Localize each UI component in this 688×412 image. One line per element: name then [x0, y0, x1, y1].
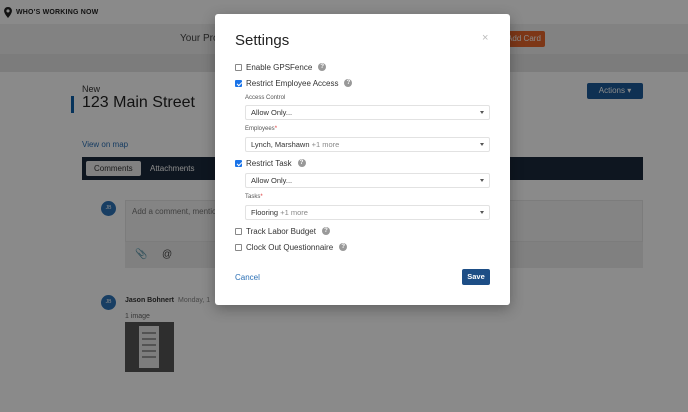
- cancel-button[interactable]: Cancel: [235, 273, 260, 282]
- modal-title: Settings: [235, 32, 290, 49]
- track-labor-budget-row[interactable]: Track Labor Budget ?: [235, 225, 330, 237]
- close-icon[interactable]: ×: [482, 32, 488, 44]
- task-access-value: Allow Only...: [251, 176, 293, 185]
- employees-select[interactable]: Lynch, Marshawn +1 more: [245, 137, 490, 152]
- track-labor-budget-label: Track Labor Budget: [246, 226, 316, 236]
- restrict-task-checkbox[interactable]: [235, 159, 242, 167]
- employees-value: Lynch, Marshawn: [251, 140, 310, 149]
- clock-out-questionnaire-label: Clock Out Questionnaire: [246, 242, 334, 252]
- help-icon[interactable]: ?: [344, 79, 353, 87]
- employees-more: +1 more: [311, 140, 340, 149]
- chevron-down-icon: [480, 143, 484, 146]
- access-control-label: Access Control: [245, 95, 286, 101]
- tasks-more: +1 more: [280, 208, 308, 217]
- help-icon[interactable]: ?: [339, 243, 348, 251]
- tasks-label: Tasks*: [245, 194, 263, 200]
- clock-out-questionnaire-row[interactable]: Clock Out Questionnaire ?: [235, 241, 348, 253]
- settings-modal: Settings × Enable GPSFence ? Restrict Em…: [215, 14, 510, 305]
- task-access-select[interactable]: Allow Only...: [245, 173, 490, 188]
- clock-out-questionnaire-checkbox[interactable]: [235, 243, 242, 251]
- access-control-value: Allow Only...: [251, 108, 293, 117]
- access-control-select[interactable]: Allow Only...: [245, 105, 490, 120]
- chevron-down-icon: [480, 211, 484, 214]
- restrict-task-label: Restrict Task: [246, 158, 292, 168]
- track-labor-budget-checkbox[interactable]: [235, 227, 242, 235]
- enable-gpsfence-row[interactable]: Enable GPSFence ?: [235, 61, 327, 73]
- help-icon[interactable]: ?: [321, 227, 330, 235]
- employees-label: Employees*: [245, 126, 278, 132]
- restrict-employee-access-label: Restrict Employee Access: [246, 78, 339, 88]
- help-icon[interactable]: ?: [297, 159, 306, 167]
- restrict-task-row[interactable]: Restrict Task ?: [235, 157, 306, 169]
- enable-gpsfence-checkbox[interactable]: [235, 63, 242, 71]
- help-icon[interactable]: ?: [318, 63, 327, 71]
- tasks-value: Flooring: [251, 208, 279, 217]
- save-button[interactable]: Save: [462, 269, 490, 285]
- restrict-employee-access-row[interactable]: Restrict Employee Access ?: [235, 77, 353, 89]
- tasks-select[interactable]: Flooring +1 more: [245, 205, 490, 220]
- restrict-employee-access-checkbox[interactable]: [235, 79, 242, 87]
- enable-gpsfence-label: Enable GPSFence: [246, 62, 313, 72]
- chevron-down-icon: [480, 111, 484, 114]
- chevron-down-icon: [480, 179, 484, 182]
